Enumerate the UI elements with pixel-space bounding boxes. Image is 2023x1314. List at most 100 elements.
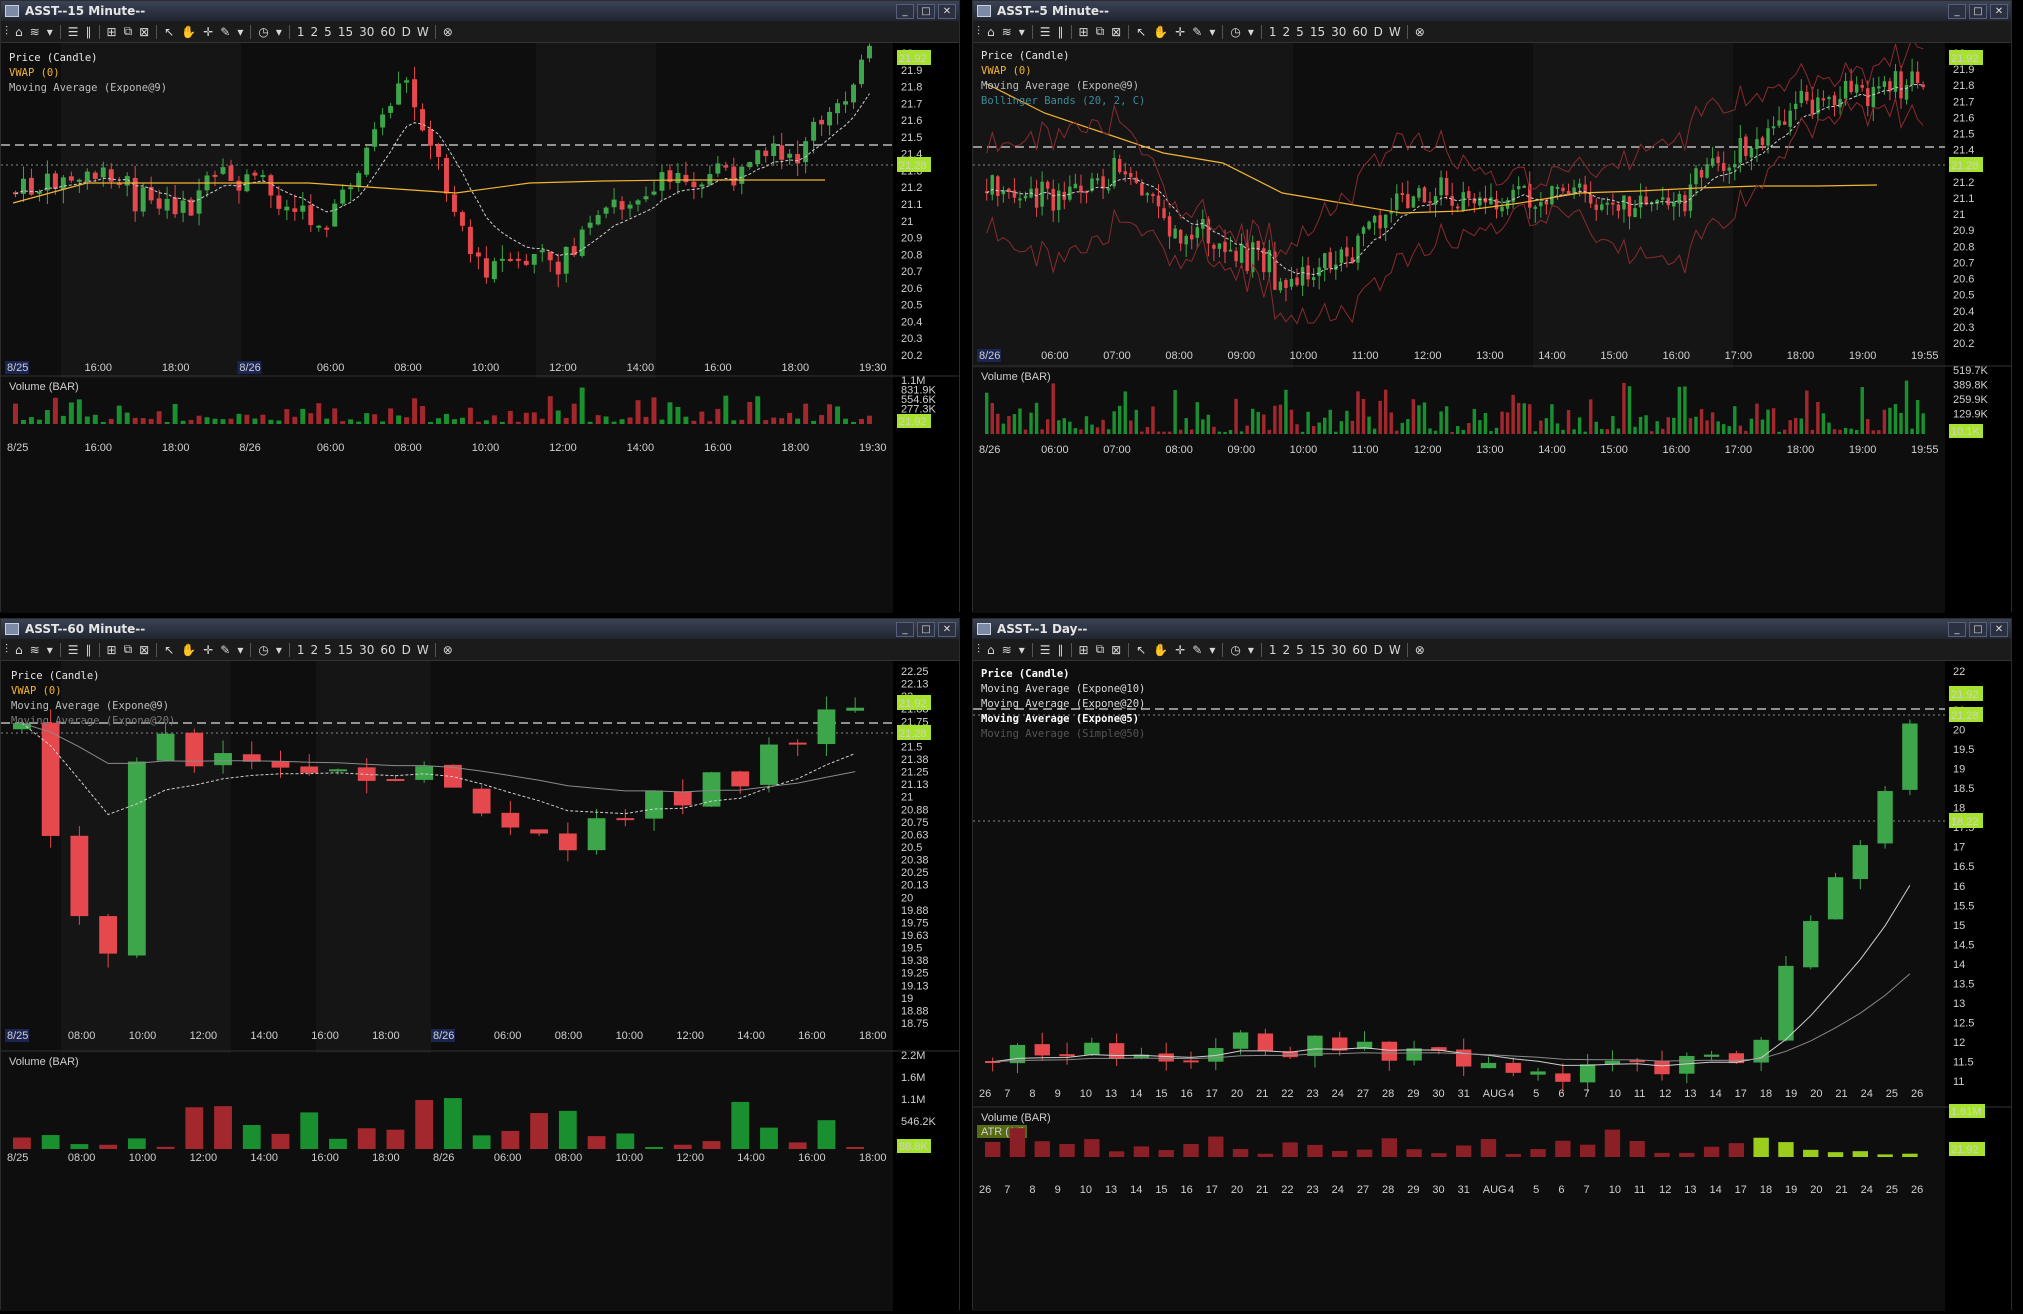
dropdown-icon[interactable]: ▾ xyxy=(237,25,243,39)
timeframe-2[interactable]: 2 xyxy=(311,643,319,657)
timeframe-60[interactable]: 60 xyxy=(1352,643,1367,657)
dropdown-icon[interactable]: ▾ xyxy=(237,643,243,657)
minimize-button[interactable]: _ xyxy=(1948,621,1966,637)
close-circle-icon[interactable]: ⊗ xyxy=(1415,25,1425,39)
dropdown-icon[interactable]: ▾ xyxy=(1248,643,1254,657)
grid-icon[interactable]: ⊞ xyxy=(107,643,117,657)
indicator-icon[interactable]: ≋ xyxy=(30,643,40,657)
layout-icon[interactable]: ⧉ xyxy=(124,24,133,39)
legend-bollinger[interactable]: Bollinger Bands (20, 2, C) xyxy=(981,94,1145,109)
timeframe-2[interactable]: 2 xyxy=(1283,25,1291,39)
timeframe-30[interactable]: 30 xyxy=(359,643,374,657)
legend-price[interactable]: Price (Candle) xyxy=(9,51,167,66)
timeframe-2[interactable]: 2 xyxy=(1283,643,1291,657)
timeframe-15[interactable]: 15 xyxy=(338,25,353,39)
hand-icon[interactable]: ✋ xyxy=(1153,25,1168,39)
timeframe-60[interactable]: 60 xyxy=(380,643,395,657)
clock-icon[interactable]: ◷ xyxy=(1230,25,1240,39)
timeframe-60[interactable]: 60 xyxy=(380,25,395,39)
price-chart[interactable]: 2221.5212019.51918.51817.51716.51615.515… xyxy=(973,661,2011,1311)
price-chart[interactable]: 2221.921.821.721.621.521.421.321.221.121… xyxy=(1,43,959,613)
crosshair-icon[interactable]: ✛ xyxy=(1175,25,1185,39)
window-titlebar[interactable]: ASST--60 Minute-- _ □ ✕ xyxy=(1,619,959,639)
maximize-button[interactable]: □ xyxy=(917,3,935,19)
dropdown-icon[interactable]: ▾ xyxy=(276,643,282,657)
hand-icon[interactable]: ✋ xyxy=(181,643,196,657)
cursor-icon[interactable]: ↖ xyxy=(164,643,174,657)
chart-type-icon[interactable]: ⫶ xyxy=(977,642,980,657)
pause-icon[interactable]: ∥ xyxy=(1058,643,1064,657)
dropdown-icon[interactable]: ▾ xyxy=(1248,25,1254,39)
drawing-icon[interactable]: ⌂ xyxy=(987,25,995,39)
pencil-icon[interactable]: ✎ xyxy=(1192,643,1202,657)
timeframe-1[interactable]: 1 xyxy=(1269,643,1277,657)
layout-icon[interactable]: ⧉ xyxy=(124,642,133,657)
close-button[interactable]: ✕ xyxy=(938,3,956,19)
close-button[interactable]: ✕ xyxy=(938,621,956,637)
link-icon[interactable]: ⊠ xyxy=(1111,25,1121,39)
price-chart[interactable]: 2221.921.821.721.621.521.421.321.221.121… xyxy=(973,43,2011,613)
hand-icon[interactable]: ✋ xyxy=(1153,643,1168,657)
maximize-button[interactable]: □ xyxy=(1969,621,1987,637)
timeframe-w[interactable]: W xyxy=(417,643,429,657)
dropdown-icon[interactable]: ▾ xyxy=(47,25,53,39)
crosshair-icon[interactable]: ✛ xyxy=(203,643,213,657)
indicator-icon[interactable]: ≋ xyxy=(1002,25,1012,39)
timeframe-15[interactable]: 15 xyxy=(1310,25,1325,39)
list-icon[interactable]: ☰ xyxy=(1040,643,1051,657)
window-titlebar[interactable]: ASST--5 Minute-- _ □ ✕ xyxy=(973,1,2011,21)
pause-icon[interactable]: ∥ xyxy=(86,643,92,657)
cursor-icon[interactable]: ↖ xyxy=(1136,643,1146,657)
maximize-button[interactable]: □ xyxy=(1969,3,1987,19)
layout-icon[interactable]: ⧉ xyxy=(1096,24,1105,39)
clock-icon[interactable]: ◷ xyxy=(258,643,268,657)
price-chart[interactable]: 22.2522.132221.8821.7521.6321.521.3821.2… xyxy=(1,661,959,1311)
chart-type-icon[interactable]: ⫶ xyxy=(977,24,980,39)
timeframe-1[interactable]: 1 xyxy=(297,643,305,657)
layout-icon[interactable]: ⧉ xyxy=(1096,642,1105,657)
dropdown-icon[interactable]: ▾ xyxy=(1209,25,1215,39)
legend-ema9[interactable]: Moving Average (Expone@9) xyxy=(11,699,175,714)
timeframe-w[interactable]: W xyxy=(1389,643,1401,657)
chart-type-icon[interactable]: ⫶ xyxy=(5,642,8,657)
list-icon[interactable]: ☰ xyxy=(1040,25,1051,39)
window-titlebar[interactable]: ASST--15 Minute-- _ □ ✕ xyxy=(1,1,959,21)
dropdown-icon[interactable]: ▾ xyxy=(47,643,53,657)
close-circle-icon[interactable]: ⊗ xyxy=(443,643,453,657)
minimize-button[interactable]: _ xyxy=(896,621,914,637)
legend-sma50[interactable]: Moving Average (Simple@50) xyxy=(981,727,1145,742)
drawing-icon[interactable]: ⌂ xyxy=(987,643,995,657)
legend-vwap[interactable]: VWAP (0) xyxy=(981,64,1145,79)
pencil-icon[interactable]: ✎ xyxy=(220,643,230,657)
timeframe-15[interactable]: 15 xyxy=(1310,643,1325,657)
timeframe-30[interactable]: 30 xyxy=(359,25,374,39)
timeframe-d[interactable]: D xyxy=(402,25,411,39)
legend-price[interactable]: Price (Candle) xyxy=(981,667,1145,682)
legend-ema20[interactable]: Moving Average (Expone@20) xyxy=(11,714,175,729)
cursor-icon[interactable]: ↖ xyxy=(164,25,174,39)
timeframe-30[interactable]: 30 xyxy=(1331,25,1346,39)
timeframe-w[interactable]: W xyxy=(1389,25,1401,39)
timeframe-d[interactable]: D xyxy=(402,643,411,657)
dropdown-icon[interactable]: ▾ xyxy=(1209,643,1215,657)
timeframe-w[interactable]: W xyxy=(417,25,429,39)
clock-icon[interactable]: ◷ xyxy=(258,25,268,39)
indicator-icon[interactable]: ≋ xyxy=(1002,643,1012,657)
link-icon[interactable]: ⊠ xyxy=(139,25,149,39)
hand-icon[interactable]: ✋ xyxy=(181,25,196,39)
clock-icon[interactable]: ◷ xyxy=(1230,643,1240,657)
timeframe-d[interactable]: D xyxy=(1374,25,1383,39)
legend-ema5[interactable]: Moving Average (Expone@5) xyxy=(981,712,1145,727)
link-icon[interactable]: ⊠ xyxy=(139,643,149,657)
chart-panel-15min[interactable]: ASST--15 Minute-- _ □ ✕ ⫶ ⌂ ≋ ▾ ☰ ∥ ⊞ ⧉ … xyxy=(0,0,960,613)
pause-icon[interactable]: ∥ xyxy=(86,25,92,39)
chart-type-icon[interactable]: ⫶ xyxy=(5,24,8,39)
legend-ema[interactable]: Moving Average (Expone@9) xyxy=(981,79,1145,94)
timeframe-60[interactable]: 60 xyxy=(1352,25,1367,39)
grid-icon[interactable]: ⊞ xyxy=(107,25,117,39)
chart-panel-60min[interactable]: ASST--60 Minute-- _ □ ✕ ⫶ ⌂ ≋ ▾ ☰ ∥ ⊞ ⧉ … xyxy=(0,618,960,1311)
legend-ema10[interactable]: Moving Average (Expone@10) xyxy=(981,682,1145,697)
legend-ema[interactable]: Moving Average (Expone@9) xyxy=(9,81,167,96)
pause-icon[interactable]: ∥ xyxy=(1058,25,1064,39)
pencil-icon[interactable]: ✎ xyxy=(220,25,230,39)
